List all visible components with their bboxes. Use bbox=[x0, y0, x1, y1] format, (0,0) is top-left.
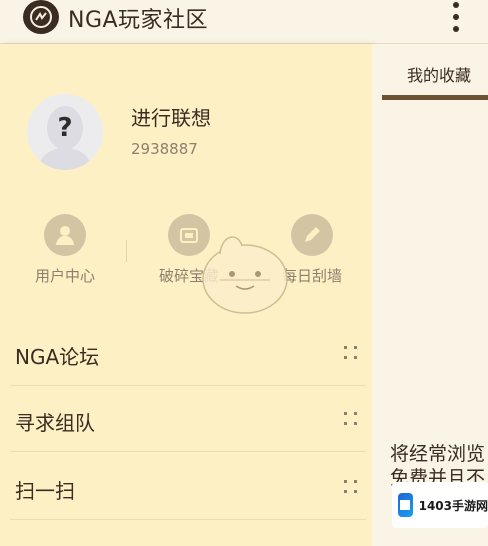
app-root: NGA玩家社区 ? 进行联想 2938887 用户中心 破碎宝藏 每日刮墙 NG… bbox=[0, 0, 488, 546]
drag-handle-icon[interactable] bbox=[344, 346, 358, 360]
profile-username[interactable]: 进行联想 bbox=[131, 102, 211, 131]
tab-favorites[interactable]: 我的收藏 bbox=[382, 44, 488, 100]
drag-handle-icon[interactable] bbox=[344, 412, 358, 426]
mascot-watermark-icon bbox=[190, 224, 300, 324]
watermark-text: 1403手游网 bbox=[418, 498, 488, 513]
nga-logo-icon[interactable] bbox=[23, 0, 59, 34]
site-watermark: 1403手游网 bbox=[392, 482, 488, 528]
top-bar: NGA玩家社区 bbox=[0, 0, 488, 44]
menu-item-find-team[interactable]: 寻求组队 bbox=[10, 388, 366, 452]
divider bbox=[126, 240, 127, 262]
user-icon bbox=[44, 214, 86, 256]
quick-action-label: 用户中心 bbox=[34, 267, 95, 285]
menu-item-label: 寻求组队 bbox=[15, 411, 95, 435]
menu-item-label: 扫一扫 bbox=[15, 479, 75, 503]
default-avatar-icon[interactable]: ? bbox=[27, 94, 103, 170]
more-vert-icon[interactable] bbox=[446, 0, 466, 34]
profile-user-id: 2938887 bbox=[131, 140, 198, 158]
tab-label: 我的收藏 bbox=[407, 66, 472, 85]
drag-handle-icon[interactable] bbox=[344, 480, 358, 494]
app-title: NGA玩家社区 bbox=[68, 8, 209, 33]
site-logo-icon bbox=[398, 493, 413, 517]
menu-item-scan[interactable]: 扫一扫 bbox=[10, 456, 366, 520]
quick-action-user-center[interactable]: 用户中心 bbox=[10, 214, 120, 286]
navigation-drawer: ? 进行联想 2938887 用户中心 破碎宝藏 每日刮墙 NGA论坛 寻求组队… bbox=[0, 44, 372, 546]
menu-item-label: NGA论坛 bbox=[15, 345, 100, 369]
svg-text:?: ? bbox=[57, 113, 72, 143]
menu-item-nga-forum[interactable]: NGA论坛 bbox=[10, 322, 366, 386]
hint-line: 将经常浏览 bbox=[390, 443, 486, 465]
main-content: 我的收藏 将经常浏览 免费并且不 bbox=[372, 44, 488, 546]
